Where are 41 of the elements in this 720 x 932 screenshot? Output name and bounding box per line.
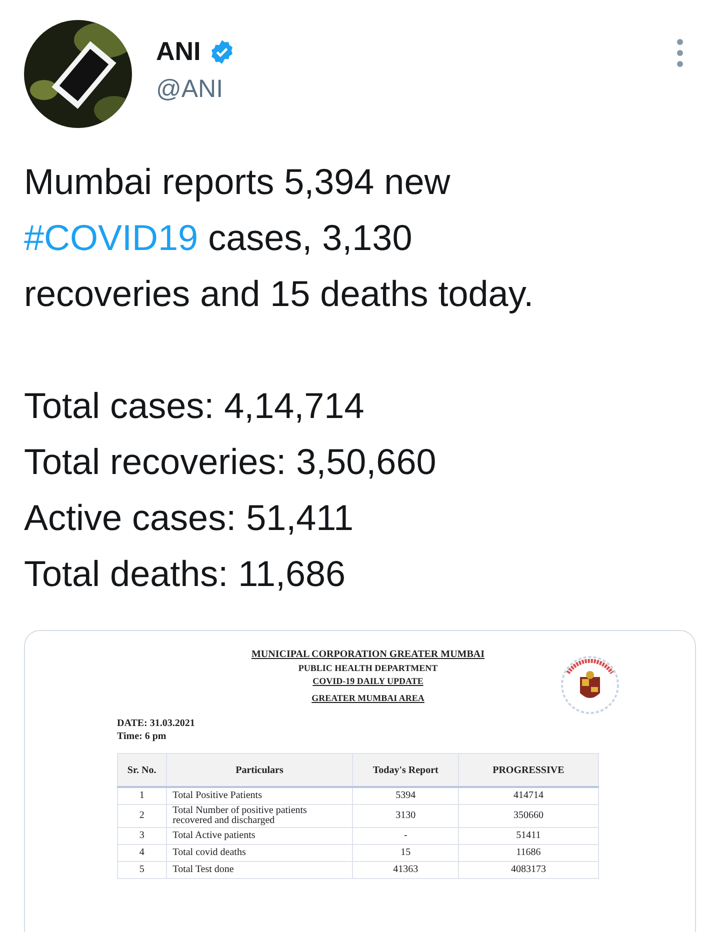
tweet-text-line: Total cases: 4,14,714 [24, 384, 366, 428]
tweet-text-line: Total deaths: 11,686 [24, 552, 347, 596]
column-header: PROGRESSIVE [458, 754, 598, 787]
document-date: DATE: 31.03.2021 [117, 717, 196, 730]
author-handle[interactable]: @ANI [156, 75, 650, 104]
tweet-text-line: Active cases: 51,411 [24, 496, 355, 540]
column-header: Sr. No. [118, 754, 166, 787]
table-cell: Total Number of positive patients recovered and discharged [166, 804, 353, 828]
table-cell: 3130 [352, 804, 458, 828]
table-cell: Total Active patients [166, 828, 353, 844]
table-cell: Total covid deaths [166, 844, 353, 862]
table-cell: 51411 [458, 828, 598, 844]
table-cell: 4083173 [458, 862, 598, 878]
more-options-icon[interactable] [674, 38, 686, 68]
image-card[interactable] [24, 630, 696, 932]
table-cell: 2 [118, 804, 166, 828]
table-cell: Total Positive Patients [166, 787, 353, 804]
document-heading: COVID-19 DAILY UPDATE [312, 676, 424, 686]
table-cell: 5 [118, 862, 166, 878]
table-cell: 11686 [458, 844, 598, 862]
document-heading: MUNICIPAL CORPORATION GREATER MUMBAI [251, 649, 485, 660]
hashtag-link[interactable]: #COVID19 [24, 217, 198, 258]
table-cell: - [352, 828, 458, 844]
tweet-text: Mumbai reports 5,394 new #COVID19 cases, 3,130 recoveries and 15 deaths today. [24, 160, 535, 316]
table-cell: Total Test done [166, 862, 353, 878]
table-cell: 15 [352, 844, 458, 862]
table-cell: 414714 [458, 787, 598, 804]
table-cell: 5394 [352, 787, 458, 804]
author-name[interactable]: ANI [156, 36, 201, 67]
emblem-icon [560, 655, 620, 715]
document-heading: PUBLIC HEALTH DEPARTMENT [298, 663, 438, 673]
table-cell: 4 [118, 844, 166, 862]
table-cell: 3 [118, 828, 166, 844]
table-cell: 1 [118, 787, 166, 804]
document-time: Time: 6 pm [117, 730, 168, 743]
column-header: Particulars [166, 754, 353, 787]
table-cell: 41363 [352, 862, 458, 878]
table-cell: 350660 [458, 804, 598, 828]
column-header: Today's Report [352, 754, 458, 787]
tweet-text-line: Total recoveries: 3,50,660 [24, 440, 438, 484]
document-heading: GREATER MUMBAI AREA [312, 693, 424, 703]
